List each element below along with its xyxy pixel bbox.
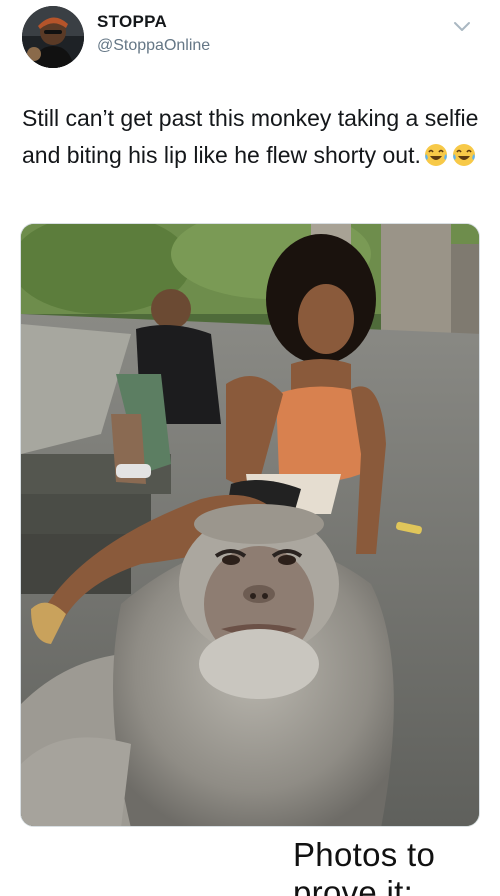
face-with-tears-of-joy-icon — [423, 142, 449, 168]
author-name[interactable]: STOPPA — [97, 12, 167, 32]
tweet-body: Still can’t get past this monkey taking … — [22, 105, 479, 168]
face-with-tears-of-joy-icon — [451, 142, 477, 168]
monkey-selfie-image — [21, 224, 479, 826]
avatar-image — [22, 6, 84, 68]
avatar[interactable] — [22, 6, 84, 68]
tweet-photo[interactable] — [20, 223, 480, 827]
author-handle[interactable]: @StoppaOnline — [97, 37, 210, 55]
caption-text: Photos to prove it: — [293, 836, 436, 896]
chevron-down-icon[interactable] — [452, 20, 472, 34]
tweet-card: STOPPA @StoppaOnline Still can’t get pas… — [0, 0, 500, 840]
tweet-text: Still can’t get past this monkey taking … — [22, 100, 484, 174]
